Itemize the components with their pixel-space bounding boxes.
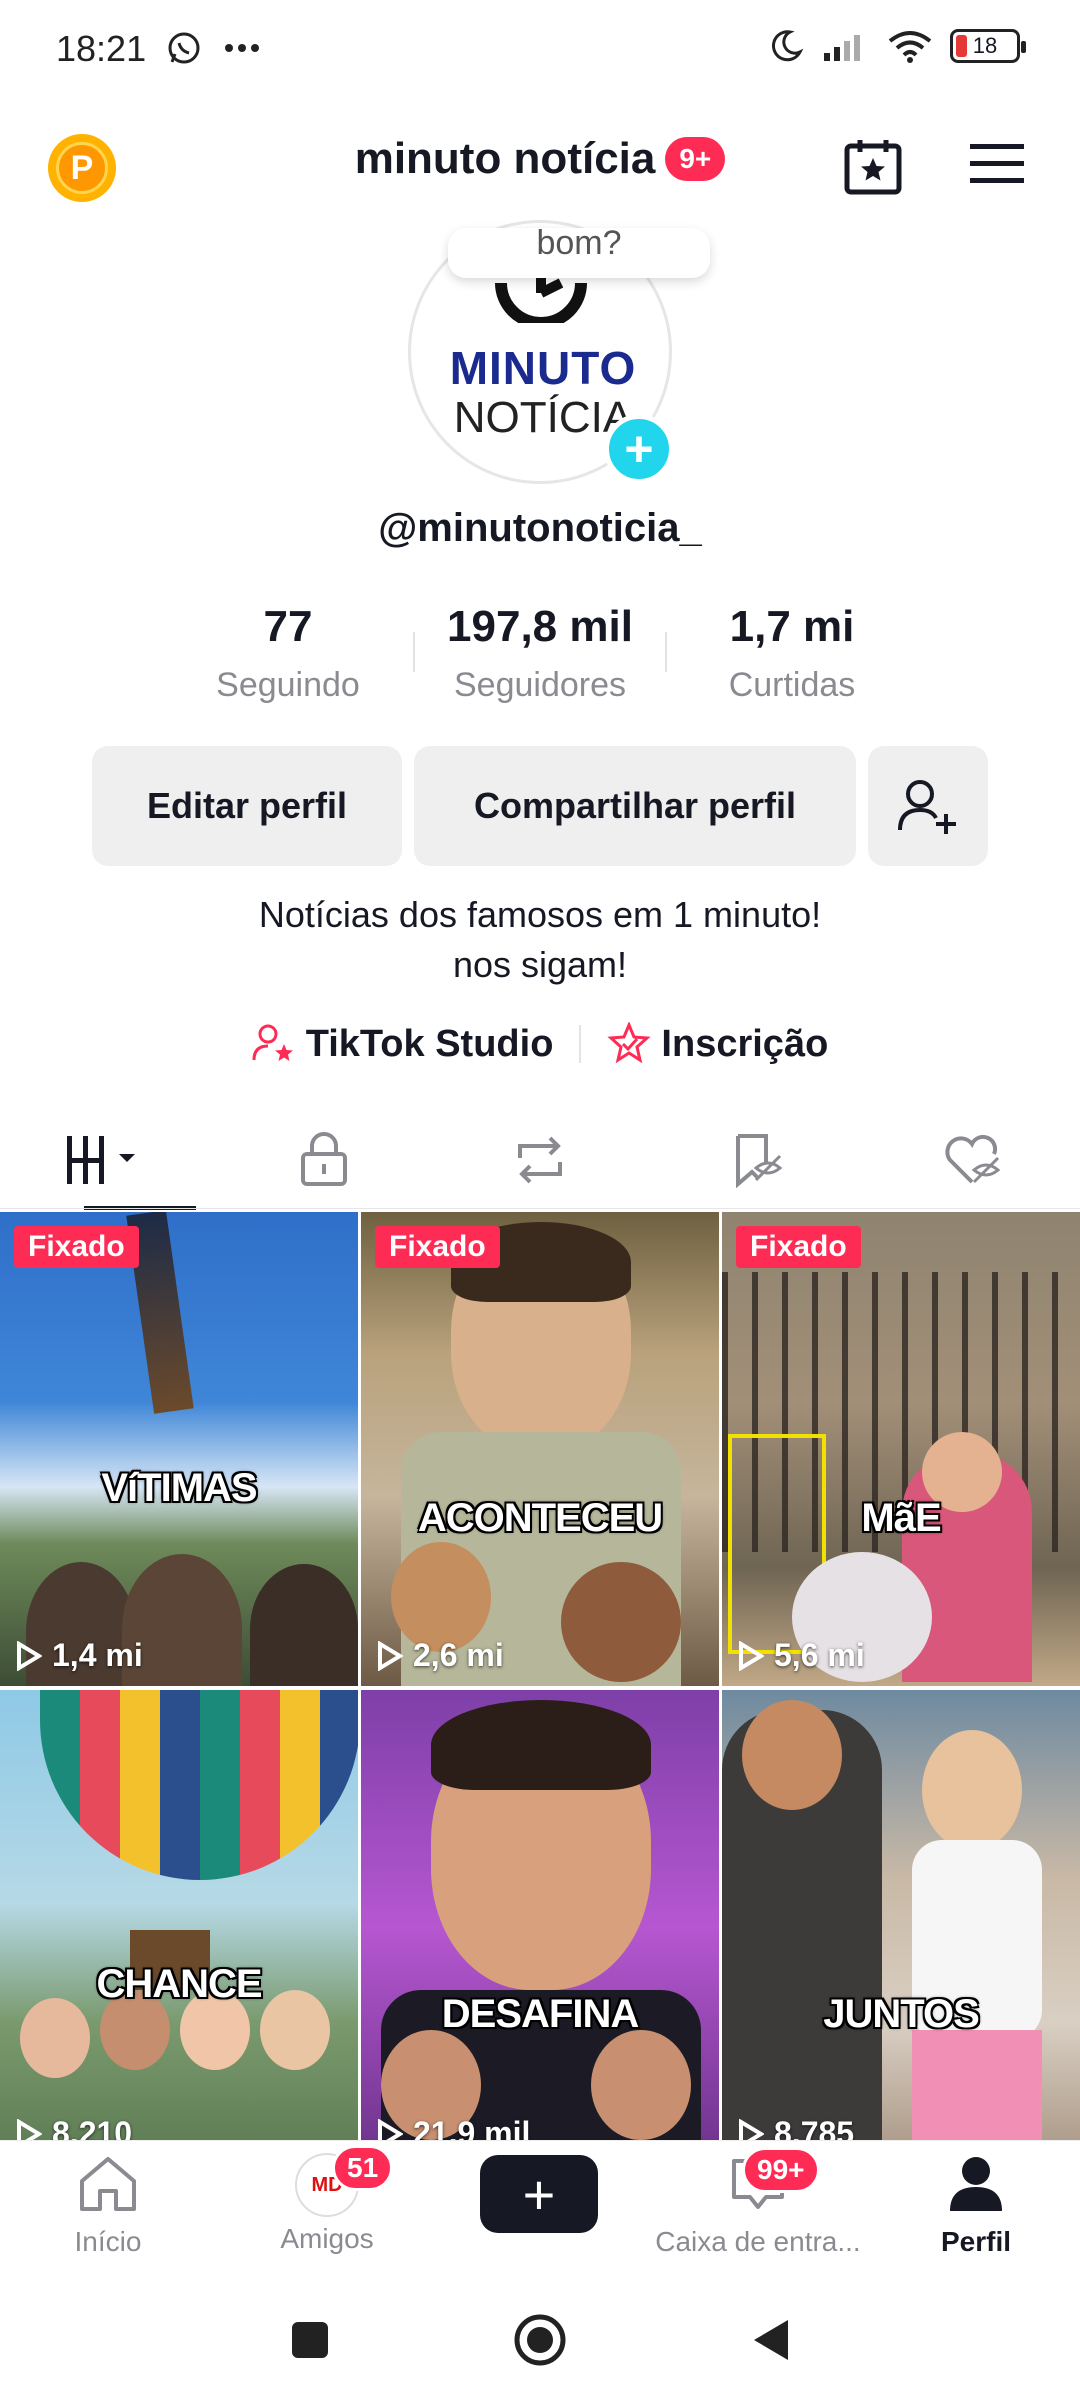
profile-links: TikTok Studio Inscrição <box>0 1022 1080 1066</box>
view-count: 8.785 <box>738 2115 854 2140</box>
account-switcher-title[interactable]: minuto notícia <box>355 134 656 184</box>
notification-badge: 9+ <box>665 137 726 181</box>
inbox-badge: 99+ <box>742 2147 820 2193</box>
moon-icon <box>771 30 804 62</box>
view-count: 2,6 mi <box>377 1637 504 1674</box>
stat-followers[interactable]: 197,8 mil Seguidores <box>415 602 665 705</box>
tab-favorites[interactable] <box>648 1110 864 1210</box>
video-caption: JUNTOS <box>823 1992 980 2036</box>
profile-header: P minuto notícia 9+ <box>0 120 1080 210</box>
status-time: 18:21 <box>56 28 147 69</box>
view-count: 5,6 mi <box>738 1637 865 1674</box>
play-icon <box>378 1640 403 1671</box>
profile-stats: 77 Seguindo 197,8 mil Seguidores 1,7 mi … <box>0 602 1080 705</box>
view-count: 1,4 mi <box>16 1637 143 1674</box>
play-icon <box>378 2118 403 2140</box>
nav-home[interactable]: Início <box>56 2153 160 2258</box>
pinned-badge: Fixado <box>375 1226 500 1268</box>
bookmark-hidden-icon <box>736 1134 783 1188</box>
tab-reposts[interactable] <box>432 1110 648 1210</box>
user-star-icon <box>252 1024 293 1061</box>
pinned-badge: Fixado <box>736 1226 861 1268</box>
star-badge-icon <box>607 1022 652 1064</box>
lock-icon <box>301 1132 347 1186</box>
video-caption: MãE <box>861 1496 941 1540</box>
profile-tabs <box>0 1110 1080 1210</box>
username: @minutonoticia_ <box>378 506 702 550</box>
whatsapp-icon <box>168 32 200 64</box>
recents-icon[interactable] <box>288 2318 332 2362</box>
video-tile[interactable]: JUNTOS 8.785 <box>722 1690 1080 2140</box>
grid-videos-icon <box>67 1136 135 1184</box>
video-tile[interactable]: Fixado VíTIMAS 1,4 mi <box>0 1212 358 1686</box>
plus-icon: + <box>485 2155 593 2233</box>
battery-indicator: 18 <box>950 29 1026 63</box>
video-tile[interactable]: Fixado MãE 5,6 mi <box>722 1212 1080 1686</box>
video-caption: DESAFINA <box>441 1992 639 2036</box>
video-grid: Fixado VíTIMAS 1,4 mi Fixado ACONTECEU 2… <box>0 1212 1080 2140</box>
video-caption: VíTIMAS <box>101 1466 257 1510</box>
heart-hidden-icon <box>945 1134 1001 1184</box>
tab-private[interactable] <box>216 1110 432 1210</box>
signal-icon <box>824 35 860 61</box>
profile-bio: Notícias dos famosos em 1 minuto! nos si… <box>258 894 822 985</box>
status-bar: 18:21 18 <box>0 0 1080 100</box>
view-count: 21,9 mil <box>377 2115 530 2140</box>
calendar-star-icon[interactable] <box>842 136 904 198</box>
stat-likes[interactable]: 1,7 mi Curtidas <box>667 602 917 705</box>
play-icon <box>17 2118 42 2140</box>
edit-profile-button[interactable]: Editar perfil <box>92 746 402 866</box>
video-caption: CHANCE <box>96 1962 262 2006</box>
tiktok-studio-link[interactable]: TikTok Studio <box>252 1022 553 1066</box>
wifi-icon <box>888 31 932 63</box>
tab-liked[interactable] <box>864 1110 1080 1210</box>
tabs-divider <box>0 1208 1080 1209</box>
menu-icon[interactable] <box>970 142 1024 186</box>
play-icon <box>739 2118 764 2140</box>
pinned-badge: Fixado <box>14 1226 139 1268</box>
tab-videos[interactable] <box>0 1110 216 1210</box>
back-icon[interactable] <box>748 2316 792 2364</box>
nav-profile[interactable]: Perfil <box>926 2153 1026 2258</box>
more-dots-icon <box>225 44 259 52</box>
nav-inbox[interactable]: Caixa de entra... 99+ <box>648 2147 868 2258</box>
video-tile[interactable]: Fixado ACONTECEU 2,6 mi <box>361 1212 719 1686</box>
home-circle-icon[interactable] <box>512 2312 568 2368</box>
video-tile[interactable]: CHANCE 8.210 <box>0 1690 358 2140</box>
stat-following[interactable]: 77 Seguindo <box>163 602 413 705</box>
add-user-icon <box>898 780 956 834</box>
video-caption: ACONTECEU <box>417 1496 663 1540</box>
video-tile[interactable]: DESAFINA 21,9 mil <box>361 1690 719 2140</box>
home-icon <box>80 2157 136 2211</box>
profile-icon <box>950 2157 1002 2211</box>
repost-icon <box>518 1136 562 1184</box>
view-count: 8.210 <box>16 2115 132 2140</box>
divider <box>579 1025 582 1063</box>
add-friends-button[interactable] <box>868 746 988 866</box>
avatar-speech-bubble: bom? <box>448 228 710 278</box>
play-icon <box>17 1640 42 1671</box>
system-navigation <box>0 2280 1080 2400</box>
create-video-button[interactable]: + <box>472 2155 606 2233</box>
friends-badge: 51 <box>332 2145 394 2191</box>
share-profile-button[interactable]: Compartilhar perfil <box>414 746 856 866</box>
play-icon <box>739 1640 764 1671</box>
subscription-link[interactable]: Inscrição <box>607 1022 828 1066</box>
bottom-navigation: Início MD Amigos 51 + Caixa de entra... … <box>0 2140 1080 2280</box>
add-story-button[interactable]: + <box>604 414 674 484</box>
nav-friends[interactable]: MD Amigos 51 <box>262 2145 394 2255</box>
